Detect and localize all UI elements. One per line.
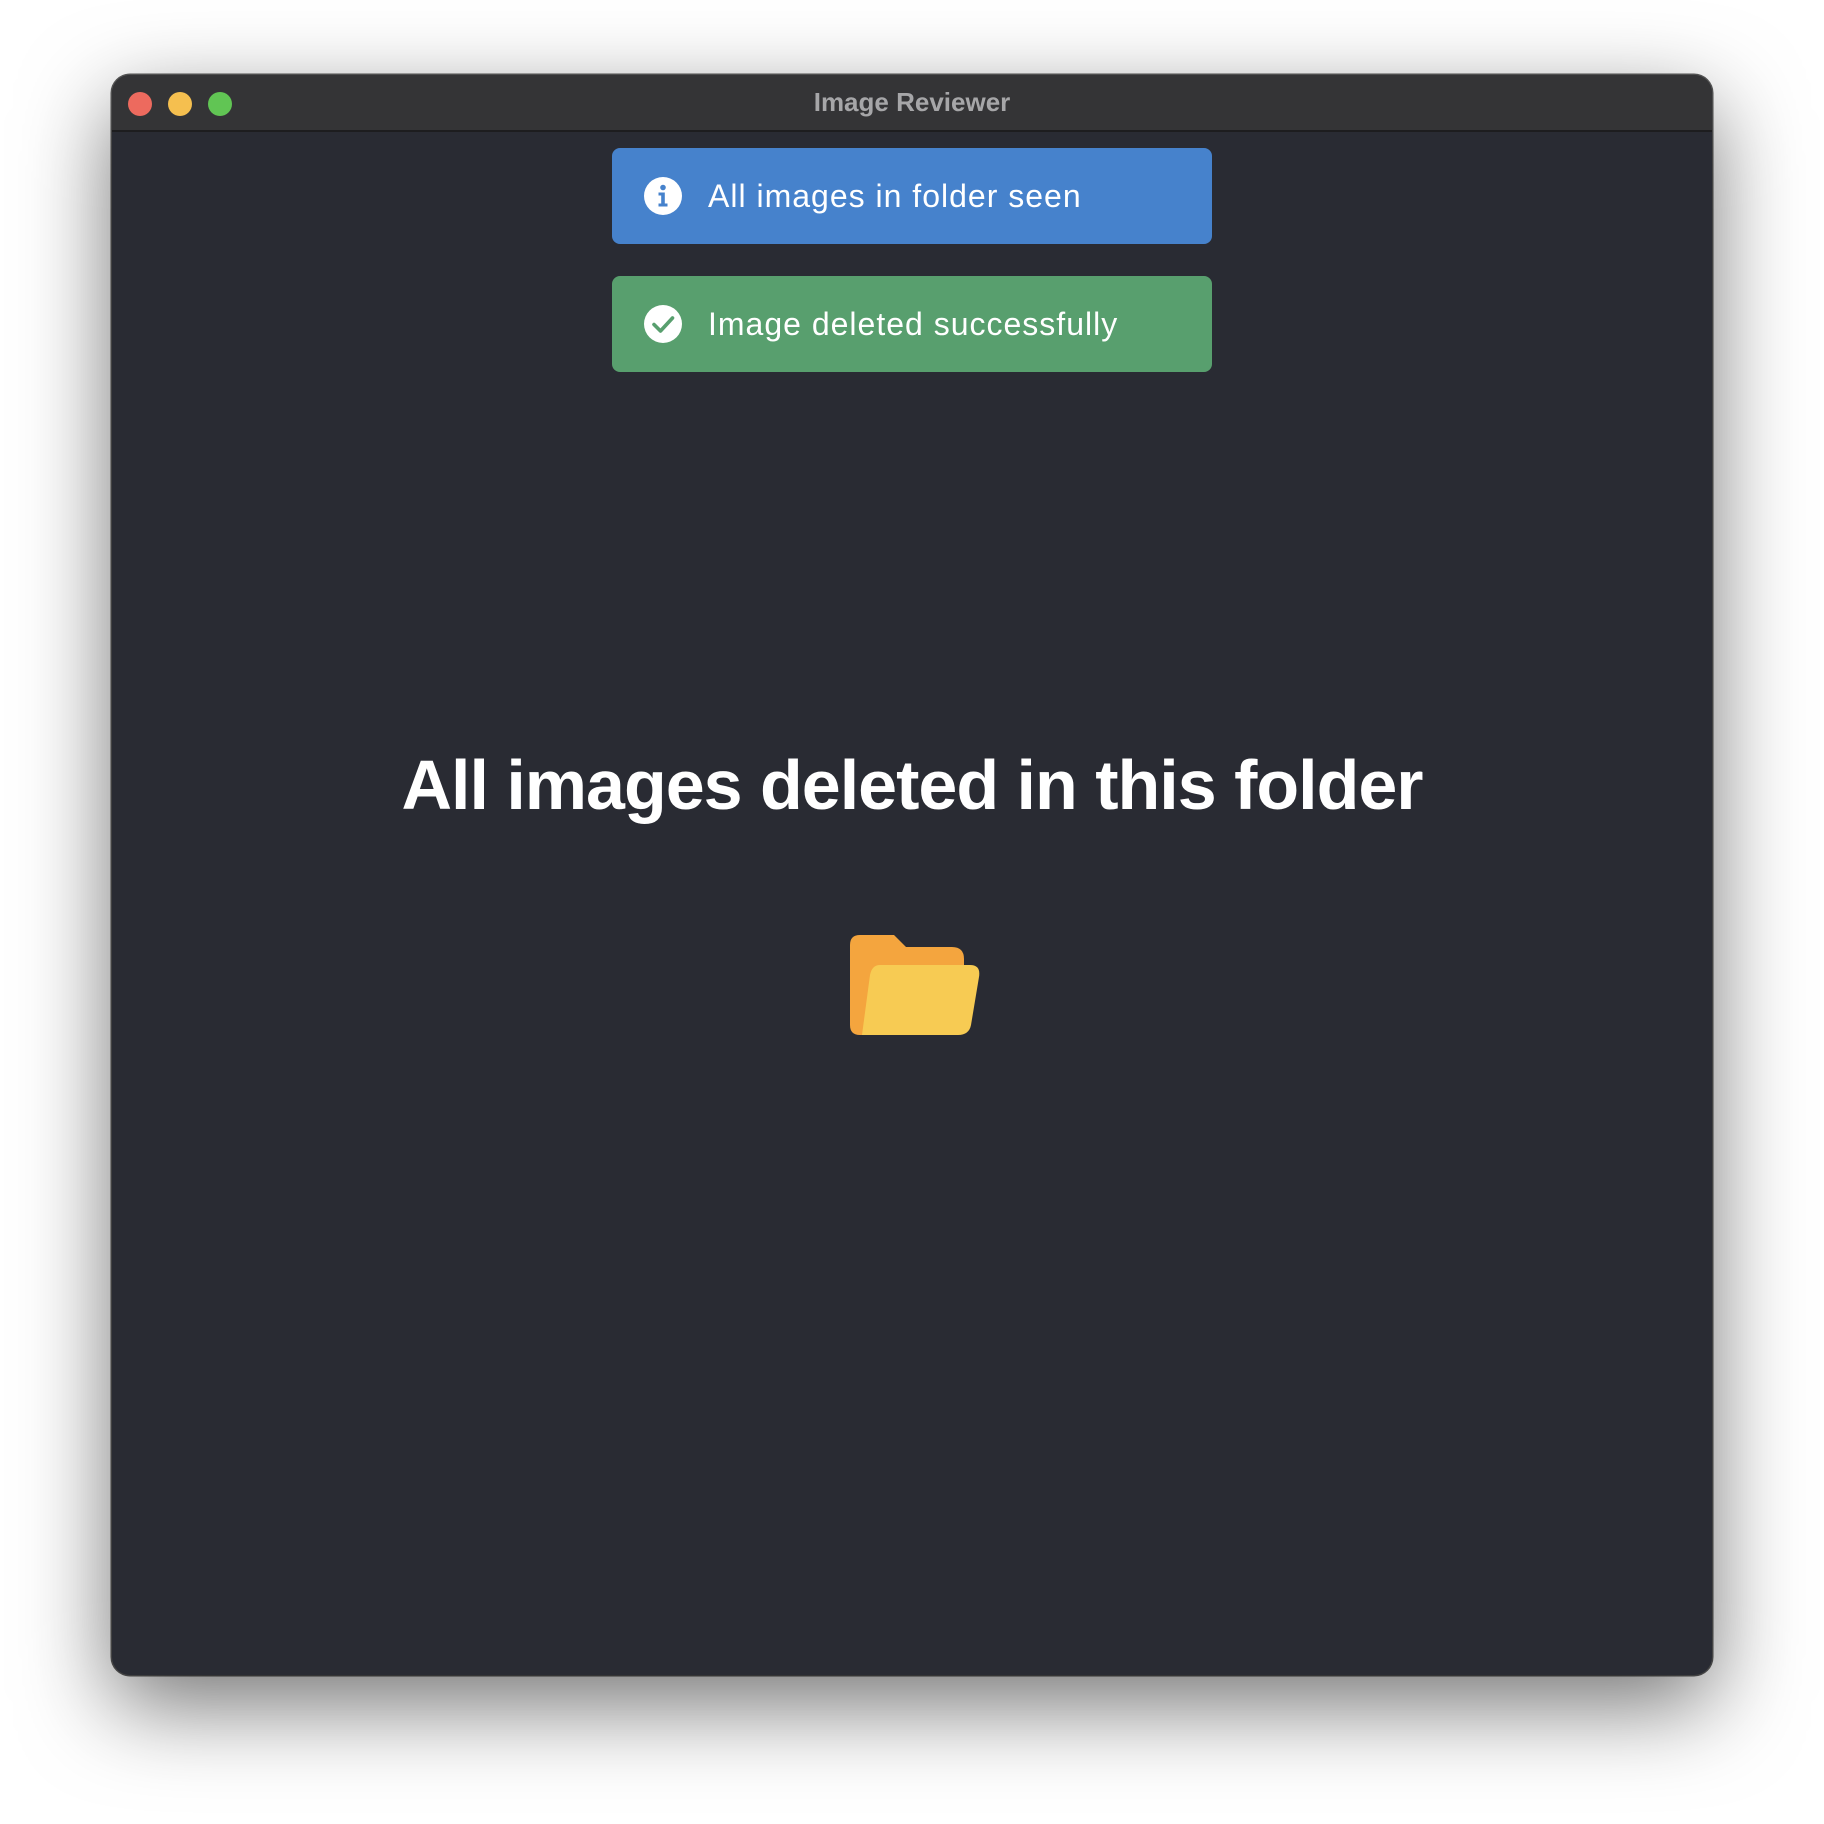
info-icon: [644, 177, 682, 215]
empty-folder-message: All images deleted in this folder: [401, 746, 1423, 824]
info-toast[interactable]: All images in folder seen: [612, 148, 1212, 244]
app-window: Image Reviewer All images in folder seen…: [112, 75, 1712, 1675]
success-toast-message: Image deleted successfully: [708, 306, 1119, 342]
info-toast-message: All images in folder seen: [708, 178, 1082, 214]
open-folder-icon: [850, 935, 980, 1035]
success-toast[interactable]: Image deleted successfully: [612, 276, 1212, 372]
check-circle-icon: [644, 305, 682, 343]
window-title: Image Reviewer: [813, 87, 1011, 117]
title-bar[interactable]: Image Reviewer: [112, 75, 1712, 132]
